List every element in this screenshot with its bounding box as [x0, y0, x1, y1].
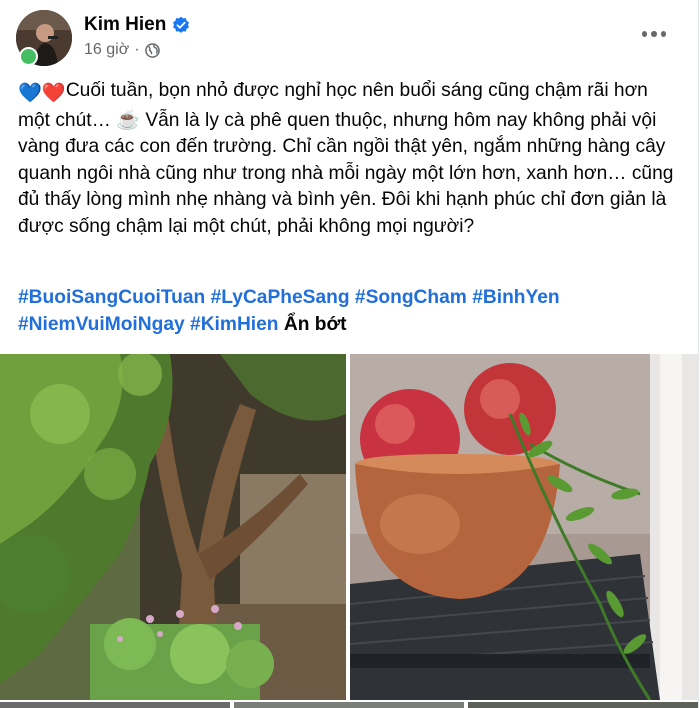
post-body-text: Cuối tuần, bọn nhỏ được nghỉ học nên buổ… [18, 80, 674, 237]
post-body: 💙❤️Cuối tuần, bọn nhỏ được nghỉ học nên … [18, 78, 682, 240]
hashtag-link[interactable]: #NiemVuiMoiNgay [18, 314, 185, 335]
hashtag-link[interactable]: #SongCham [355, 287, 467, 308]
next-photo-strip [0, 702, 230, 708]
author-name[interactable]: Kim Hien [84, 14, 166, 36]
next-photo-strip [468, 702, 698, 708]
blue-heart-icon: 💙 [18, 83, 42, 104]
photo-garden-tree[interactable] [0, 354, 346, 700]
hashtag-link[interactable]: #BinhYen [472, 287, 559, 308]
red-heart-icon: ❤️ [41, 83, 66, 104]
post-card: Kim Hien 16 giờ · 💙❤️Cuối tuần, bọn nhỏ … [0, 0, 699, 708]
photo-pomegranate-bowl[interactable] [350, 354, 698, 700]
meta-separator: · [134, 41, 140, 58]
post-timestamp[interactable]: 16 giờ [84, 41, 129, 59]
hashtag-list: #BuoiSangCuoiTuan #LyCaPheSang #SongCham… [18, 284, 682, 338]
verified-badge-icon [173, 16, 190, 33]
more-options-icon[interactable] [640, 22, 668, 46]
post-header: Kim Hien 16 giờ · [16, 10, 686, 66]
see-less-link[interactable]: Ẩn bớt [284, 314, 347, 335]
next-photo-strip [234, 702, 464, 708]
hashtag-link[interactable]: #BuoiSangCuoiTuan [18, 287, 205, 308]
hashtag-link[interactable]: #LyCaPheSang [211, 287, 350, 308]
globe-icon[interactable] [144, 42, 160, 58]
online-status-icon [19, 47, 38, 66]
hashtag-link[interactable]: #KimHien [190, 314, 279, 335]
